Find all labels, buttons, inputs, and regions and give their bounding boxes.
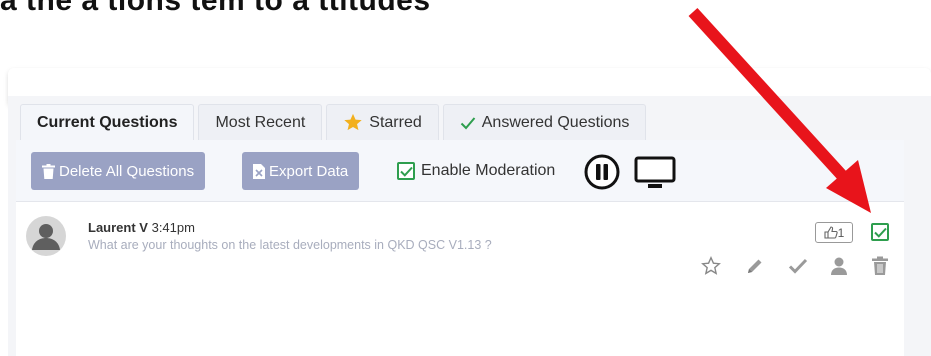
mark-answered-icon[interactable] xyxy=(788,256,808,276)
trash-icon[interactable] xyxy=(871,256,889,276)
moderation-checkbox[interactable] xyxy=(397,162,415,180)
author-name: Laurent V xyxy=(88,220,148,235)
thumbs-up-icon xyxy=(824,226,838,239)
user-icon[interactable] xyxy=(829,256,849,276)
question-time: 3:41pm xyxy=(151,220,195,235)
question-author-line: Laurent V 3:41pm xyxy=(88,220,195,235)
checkmark-icon xyxy=(460,116,476,130)
pause-button[interactable] xyxy=(584,154,620,190)
delete-all-questions-button[interactable]: Delete All Questions xyxy=(31,152,206,190)
tab-bar: Current Questions Most Recent Starred An… xyxy=(20,104,647,140)
like-count: 1 xyxy=(837,225,845,240)
monitor-icon[interactable] xyxy=(634,156,676,190)
tab-starred[interactable]: Starred xyxy=(326,104,439,140)
trash-icon xyxy=(42,163,55,179)
star-icon xyxy=(343,113,363,132)
export-data-button[interactable]: Export Data xyxy=(242,152,360,190)
tab-answered-questions[interactable]: Answered Questions xyxy=(442,104,647,140)
tab-most-recent[interactable]: Most Recent xyxy=(198,104,323,140)
pencil-icon[interactable] xyxy=(745,256,765,276)
excel-file-icon xyxy=(253,163,265,179)
question-text: What are your thoughts on the latest dev… xyxy=(88,238,492,252)
enable-moderation[interactable]: Enable Moderation xyxy=(397,162,555,180)
star-outline-icon[interactable] xyxy=(700,256,722,276)
cut-off-header-text: a the a tions tem to a ttitudes xyxy=(0,0,431,17)
avatar xyxy=(26,216,66,256)
tab-current-questions[interactable]: Current Questions xyxy=(20,104,195,140)
approve-checkbox[interactable] xyxy=(871,223,889,243)
checkmark-icon xyxy=(873,227,887,238)
like-count-button[interactable]: 1 xyxy=(815,222,853,243)
